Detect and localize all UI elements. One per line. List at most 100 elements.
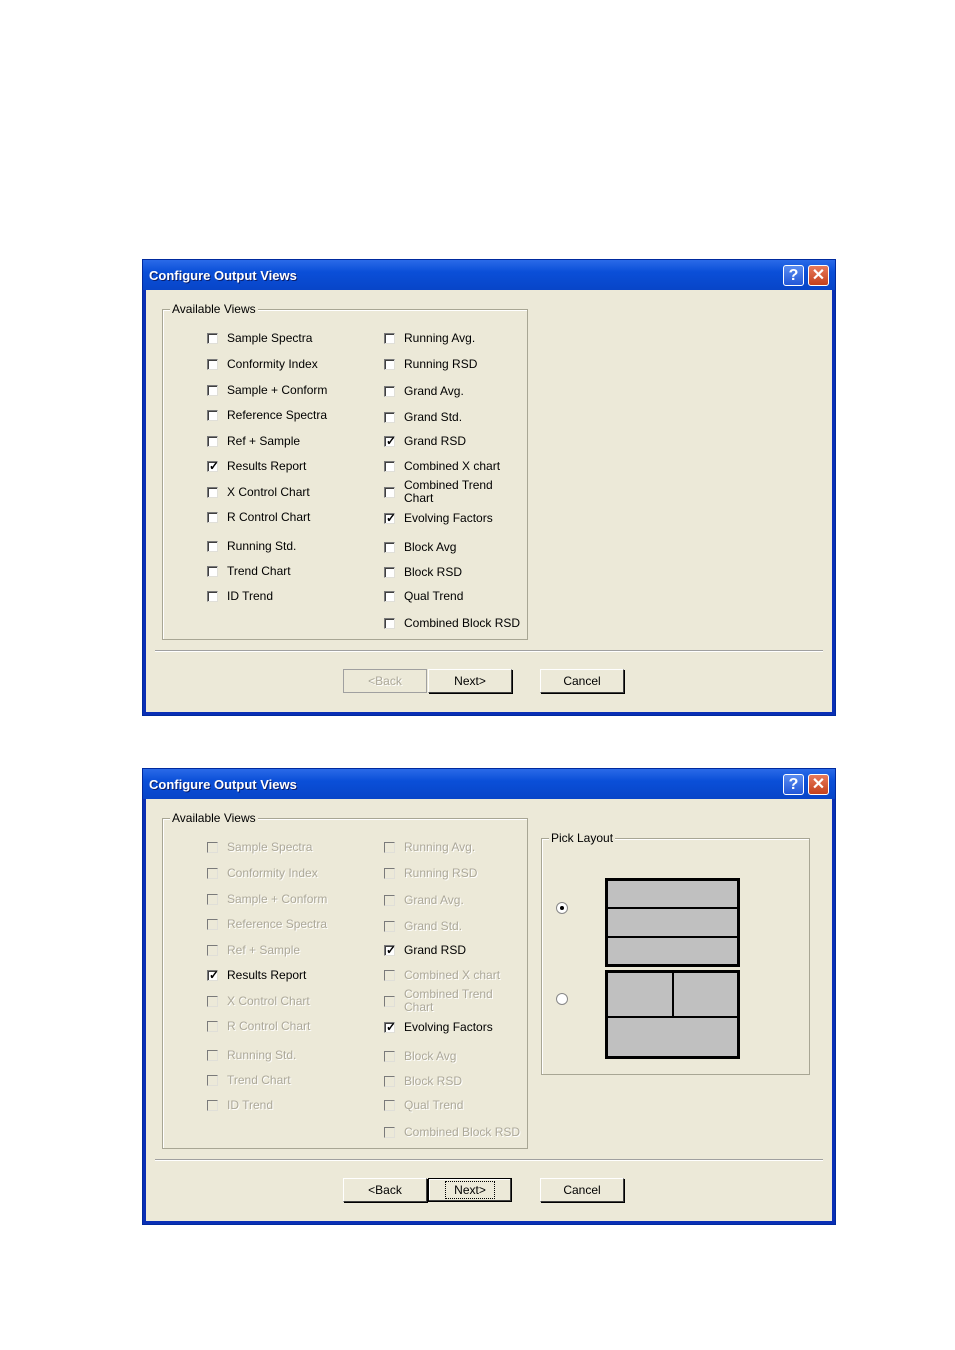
checkbox-label: Qual Trend (404, 589, 464, 603)
checkbox-box[interactable]: ✓ (384, 1020, 397, 1034)
layout-preview-two-top-one-bottom[interactable] (605, 970, 740, 1059)
checkbox-label: Combined Trend Chart (404, 478, 493, 505)
checkbox-label: Conformity Index (227, 357, 318, 371)
checkbox-box (207, 919, 218, 930)
checkbox-label: Grand RSD (404, 434, 467, 448)
checkbox-box (384, 970, 395, 981)
title-bar[interactable]: Configure Output Views ? ✕ (143, 260, 835, 290)
checkbox-box (384, 868, 395, 879)
checkbox-box (384, 996, 395, 1007)
next-button[interactable]: Next> (428, 1178, 512, 1202)
checkbox-box[interactable] (207, 512, 218, 523)
checkbox-box[interactable] (384, 333, 395, 344)
pick-layout-group: Pick Layout (541, 831, 810, 1075)
checkbox-box[interactable]: ✓ (384, 511, 396, 525)
checkbox-box (384, 842, 395, 853)
checkbox-box[interactable] (384, 542, 395, 553)
separator (155, 1159, 823, 1161)
layout-preview-three-rows[interactable] (605, 878, 740, 967)
checkbox-box[interactable] (384, 412, 395, 423)
checkbox-label: Combined X chart (404, 459, 501, 473)
checkbox-box[interactable] (207, 566, 218, 577)
checkbox-box (207, 945, 218, 956)
checkbox-box[interactable]: ✓ (384, 434, 397, 448)
checkbox-label: Ref + Sample (227, 434, 301, 448)
configure-output-views-dialog-1: Configure Output Views ? ✕ Available Vie… (142, 259, 836, 716)
checkbox-label: Running Avg. (404, 840, 476, 854)
checkbox-box[interactable] (207, 385, 218, 396)
checkbox-box (207, 996, 218, 1007)
layout-pane (608, 1018, 737, 1056)
layout-pane (608, 938, 737, 964)
radio-selected-dot (560, 906, 564, 910)
checkbox-box[interactable]: ✓ (207, 968, 219, 982)
help-button[interactable]: ? (783, 265, 804, 286)
dialog-client-area: Available Views Sample Spectra Conformity… (146, 290, 832, 712)
checkbox-label: Running RSD (404, 357, 478, 371)
checkbox-box (207, 1100, 218, 1111)
checkbox-box[interactable]: ✓ (384, 943, 396, 957)
back-button[interactable]: <Back (343, 1178, 427, 1202)
checkbox-label: Sample + Conform (227, 383, 328, 397)
checkbox-label: ID Trend (227, 1098, 274, 1112)
checkbox-label: Running RSD (404, 866, 478, 880)
checkbox-box[interactable] (384, 618, 395, 629)
checkbox-box[interactable] (384, 567, 395, 578)
cancel-button[interactable]: Cancel (540, 1178, 624, 1202)
checkbox-label: Combined Block RSD (404, 1125, 521, 1139)
checkbox-box[interactable]: ✓ (207, 459, 219, 473)
layout-radio-three-rows[interactable] (556, 902, 568, 914)
checkbox-box[interactable] (384, 591, 395, 602)
title-bar[interactable]: Configure Output Views ? ✕ (143, 769, 835, 799)
checkbox-label: Ref + Sample (227, 943, 301, 957)
layout-pane (608, 881, 737, 909)
close-button[interactable]: ✕ (808, 265, 829, 286)
checkbox-label: Running Std. (227, 1048, 297, 1062)
checkbox-label: R Control Chart (227, 1019, 311, 1033)
available-views-group: Available Views Sample Spectra Conformity… (162, 302, 528, 640)
checkbox-box[interactable] (384, 386, 395, 397)
checkbox-box[interactable] (384, 461, 395, 472)
checkbox-box[interactable] (384, 359, 395, 370)
available-views-group: Available Views Sample Spectra Conformity… (162, 811, 528, 1149)
checkbox-box[interactable] (207, 436, 218, 447)
back-button[interactable]: <Back (343, 669, 427, 693)
checkbox-box[interactable] (207, 333, 218, 344)
checkbox-label: Sample + Conform (227, 892, 328, 906)
checkbox-box[interactable] (207, 591, 218, 602)
checkbox-box[interactable] (207, 541, 218, 552)
checkbox-label: X Control Chart (227, 485, 310, 499)
checkbox-label: Results Report (227, 459, 307, 473)
cancel-button[interactable]: Cancel (540, 669, 624, 693)
close-button[interactable]: ✕ (808, 774, 829, 795)
checkbox-box[interactable] (207, 359, 218, 370)
checkmark-icon: ✓ (386, 1020, 397, 1034)
checkbox-label: Sample Spectra (227, 840, 313, 854)
help-button[interactable]: ? (783, 774, 804, 795)
checkbox-box (207, 894, 218, 905)
checkbox-label: Grand Avg. (404, 384, 464, 398)
checkbox-box (207, 868, 218, 879)
checkbox-box[interactable] (207, 410, 218, 421)
next-button[interactable]: Next> (428, 669, 512, 693)
checkbox-label: Qual Trend (404, 1098, 464, 1112)
checkbox-label: Trend Chart (227, 564, 291, 578)
checkbox-label: Evolving Factors (404, 511, 493, 525)
checkbox-label: Sample Spectra (227, 331, 313, 345)
checkbox-box[interactable] (384, 487, 395, 498)
separator (155, 650, 823, 652)
checkbox-label: Block RSD (404, 565, 463, 579)
checkbox-label: Reference Spectra (227, 917, 328, 931)
checkbox-label: Conformity Index (227, 866, 318, 880)
checkbox-label: R Control Chart (227, 510, 311, 524)
checkbox-label: Block Avg (404, 540, 457, 554)
checkbox-box[interactable] (207, 487, 218, 498)
configure-output-views-dialog-2: Configure Output Views ? ✕ Available Vie… (142, 768, 836, 1225)
layout-radio-two-top-one-bottom[interactable] (556, 993, 568, 1005)
checkbox-label: Combined Trend Chart (404, 987, 493, 1014)
checkbox-label: Grand RSD (404, 943, 467, 957)
checkmark-icon: ✓ (386, 434, 397, 448)
checkbox-label: Block Avg (404, 1049, 457, 1063)
checkbox-label: Trend Chart (227, 1073, 291, 1087)
checkbox-box (384, 1100, 395, 1111)
